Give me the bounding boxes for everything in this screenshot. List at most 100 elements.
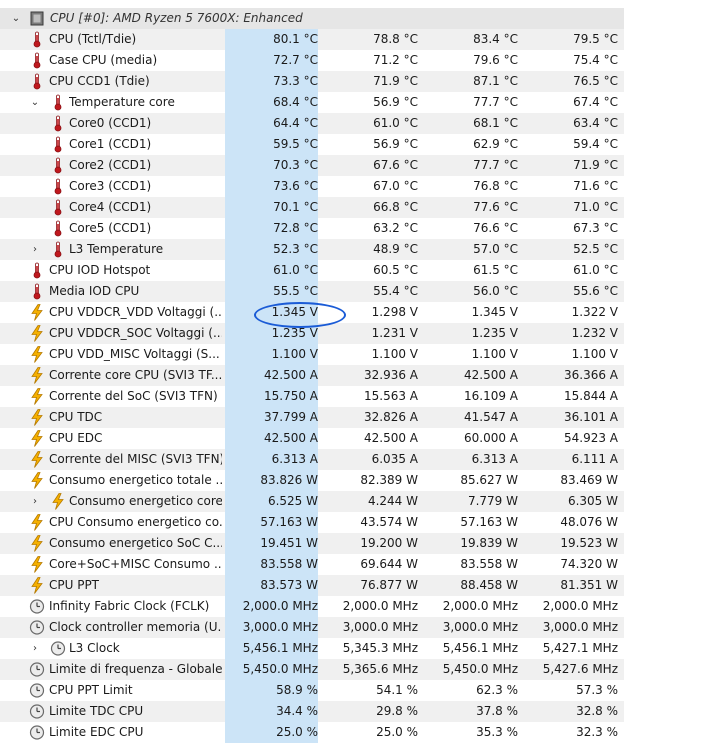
avg-value: 52.5 °C	[573, 242, 618, 256]
current-value: 5,456.1 MHz	[225, 638, 318, 659]
cpu-chip-icon	[29, 10, 45, 27]
max-value: 62.9 °C	[473, 137, 518, 151]
table-row[interactable]: Clock controller memoria (U... 3,000.0 MH…	[0, 617, 624, 638]
avg-value: 61.0 °C	[573, 263, 618, 277]
current-value: 42.500 A	[225, 428, 318, 449]
min-value: 82.389 W	[360, 473, 418, 487]
table-row[interactable]: CPU CCD1 (Tdie) 73.3 °C 71.9 °C 87.1 °C 76.5…	[0, 71, 624, 92]
table-row[interactable]: Core4 (CCD1) 70.1 °C 66.8 °C 77.6 °C 71.0 °C	[0, 197, 624, 218]
avg-value: 3,000.0 MHz	[542, 620, 618, 634]
sensor-label: Corrente del MISC (SVI3 TFN)	[49, 452, 222, 466]
table-row[interactable]: Limite di frequenza - Globale 5,450.0 MHz…	[0, 659, 624, 680]
sensor-label: Corrente del SoC (SVI3 TFN)	[49, 389, 218, 403]
sensor-label: CPU (Tctl/Tdie)	[49, 32, 137, 46]
max-value: 68.1 °C	[473, 116, 518, 130]
table-row[interactable]: Core0 (CCD1) 64.4 °C 61.0 °C 68.1 °C 63.4 °C	[0, 113, 624, 134]
max-value: 62.3 %	[476, 683, 518, 697]
current-value: 70.1 °C	[225, 197, 318, 218]
expand-chevron-icon[interactable]: ›	[29, 239, 41, 260]
max-value: 60.000 A	[463, 431, 518, 445]
table-row[interactable]: CPU (Tctl/Tdie) 80.1 °C 78.8 °C 83.4 °C 79.5…	[0, 29, 624, 50]
lightning-icon	[29, 535, 45, 552]
table-row[interactable]: › L3 Clock 5,456.1 MHz 5,345.3 MHz 5,456.1 M…	[0, 638, 624, 659]
clock-icon	[50, 640, 66, 657]
min-value: 54.1 %	[376, 683, 418, 697]
max-value: 57.0 °C	[473, 242, 518, 256]
avg-value: 63.4 °C	[573, 116, 618, 130]
thermometer-icon	[29, 262, 45, 279]
current-value: 57.163 W	[225, 512, 318, 533]
max-value: 87.1 °C	[473, 74, 518, 88]
table-row[interactable]: Infinity Fabric Clock (FCLK) 2,000.0 MHz 2…	[0, 596, 624, 617]
sensor-label: CPU PPT Limit	[49, 683, 133, 697]
current-value: 59.5 °C	[225, 134, 318, 155]
max-value: 76.8 °C	[473, 179, 518, 193]
thermometer-icon	[50, 136, 66, 153]
sensor-label: CPU TDC	[49, 410, 103, 424]
avg-value: 1.232 V	[571, 326, 618, 340]
collapse-chevron-icon[interactable]: ⌄	[10, 8, 22, 29]
thermometer-icon	[50, 199, 66, 216]
clock-icon	[29, 598, 45, 615]
table-row[interactable]: › L3 Temperature 52.3 °C 48.9 °C 57.0 °C 52.5…	[0, 239, 624, 260]
table-row[interactable]: Limite TDC CPU 34.4 % 29.8 % 37.8 % 32.8 %	[0, 701, 624, 722]
expand-chevron-icon[interactable]: ›	[29, 491, 41, 512]
thermometer-icon	[50, 157, 66, 174]
sensor-label: Limite EDC CPU	[49, 725, 144, 739]
min-value: 32.936 A	[363, 368, 418, 382]
table-row[interactable]: Consumo energetico totale ... 83.826 W 82.…	[0, 470, 624, 491]
avg-value: 76.5 °C	[573, 74, 618, 88]
sensor-label: L3 Clock	[69, 641, 120, 655]
min-value: 60.5 °C	[373, 263, 418, 277]
table-row[interactable]: CPU PPT 83.573 W 76.877 W 88.458 W 81.351 W	[0, 575, 624, 596]
table-row[interactable]: › Consumo energetico core 6.525 W 4.244 W 7.…	[0, 491, 624, 512]
sensor-label: Core4 (CCD1)	[69, 200, 152, 214]
thermometer-icon	[50, 94, 66, 111]
table-row[interactable]: CPU PPT Limit 58.9 % 54.1 % 62.3 % 57.3 %	[0, 680, 624, 701]
current-value: 6.313 A	[225, 449, 318, 470]
avg-value: 75.4 °C	[573, 53, 618, 67]
max-value: 76.6 °C	[473, 221, 518, 235]
table-row[interactable]: Consumo energetico SoC C... 19.451 W 19.20…	[0, 533, 624, 554]
table-row[interactable]: Core5 (CCD1) 72.8 °C 63.2 °C 76.6 °C 67.3 °C	[0, 218, 624, 239]
table-row[interactable]: CPU VDDCR_SOC Voltaggi (... 1.235 V 1.231 …	[0, 323, 624, 344]
table-row[interactable]: Core+SoC+MISC Consumo ... 83.558 W 69.644 …	[0, 554, 624, 575]
table-row[interactable]: CPU TDC 37.799 A 32.826 A 41.547 A 36.101 A	[0, 407, 624, 428]
current-value: 6.525 W	[225, 491, 318, 512]
cpu-group-header[interactable]: ⌄ CPU [#0]: AMD Ryzen 5 7600X: Enhanced	[0, 8, 624, 29]
table-row[interactable]: Corrente del SoC (SVI3 TFN) 15.750 A 15.56…	[0, 386, 624, 407]
table-row[interactable]: CPU Consumo energetico co... 57.163 W 43.5…	[0, 512, 624, 533]
max-value: 6.313 A	[471, 452, 518, 466]
table-row[interactable]: Media IOD CPU 55.5 °C 55.4 °C 56.0 °C 55.6 °…	[0, 281, 624, 302]
avg-value: 32.8 %	[576, 704, 618, 718]
collapse-chevron-icon[interactable]: ⌄	[29, 92, 41, 113]
expand-chevron-icon[interactable]: ›	[29, 638, 41, 659]
sensor-label: Core1 (CCD1)	[69, 137, 152, 151]
lightning-icon	[29, 346, 45, 363]
current-value: 83.826 W	[225, 470, 318, 491]
lightning-icon	[29, 451, 45, 468]
sensor-tree: ⌄ CPU [#0]: AMD Ryzen 5 7600X: Enhanced …	[0, 8, 624, 743]
current-value: 1.235 V	[225, 323, 318, 344]
min-value: 19.200 W	[360, 536, 418, 550]
table-row[interactable]: Core2 (CCD1) 70.3 °C 67.6 °C 77.7 °C 71.9 °C	[0, 155, 624, 176]
sensor-label: Core+SoC+MISC Consumo ...	[49, 557, 222, 571]
table-row[interactable]: Core3 (CCD1) 73.6 °C 67.0 °C 76.8 °C 71.6 °C	[0, 176, 624, 197]
sensor-label: Core2 (CCD1)	[69, 158, 152, 172]
table-row[interactable]: CPU VDDCR_VDD Voltaggi (... 1.345 V 1.298 …	[0, 302, 624, 323]
current-value: 68.4 °C	[225, 92, 318, 113]
table-row[interactable]: CPU IOD Hotspot 61.0 °C 60.5 °C 61.5 °C 61.0…	[0, 260, 624, 281]
avg-value: 15.844 A	[563, 389, 618, 403]
table-row[interactable]: Corrente del MISC (SVI3 TFN) 6.313 A 6.035…	[0, 449, 624, 470]
table-row[interactable]: Corrente core CPU (SVI3 TF... 42.500 A 32.…	[0, 365, 624, 386]
table-row[interactable]: CPU EDC 42.500 A 42.500 A 60.000 A 54.923 A	[0, 428, 624, 449]
min-value: 63.2 °C	[373, 221, 418, 235]
table-row[interactable]: ⌄ Temperature core 68.4 °C 56.9 °C 77.7 °C 67…	[0, 92, 624, 113]
current-value: 1.345 V	[225, 302, 318, 323]
table-row[interactable]: Case CPU (media) 72.7 °C 71.2 °C 79.6 °C 75.…	[0, 50, 624, 71]
sensor-label: Core3 (CCD1)	[69, 179, 152, 193]
table-row[interactable]: CPU VDD_MISC Voltaggi (S... 1.100 V 1.100 …	[0, 344, 624, 365]
lightning-icon	[29, 514, 45, 531]
table-row[interactable]: Limite EDC CPU 25.0 % 25.0 % 35.3 % 32.3 %	[0, 722, 624, 743]
table-row[interactable]: Core1 (CCD1) 59.5 °C 56.9 °C 62.9 °C 59.4 °C	[0, 134, 624, 155]
